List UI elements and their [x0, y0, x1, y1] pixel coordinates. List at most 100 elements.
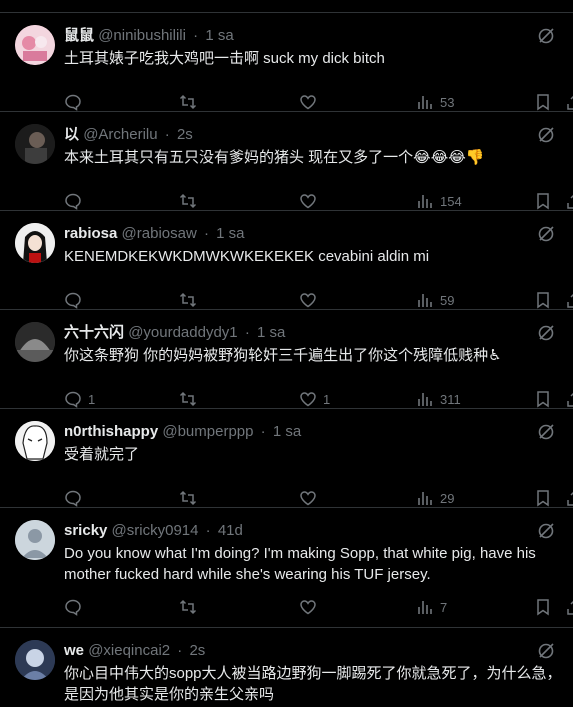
reply-post[interactable]: we @xieqincai2 · 2s 你心目中伟大的sopp大人被当路边野狗一… [0, 627, 573, 707]
repost-button[interactable] [179, 91, 203, 113]
share-icon [567, 95, 573, 110]
grok-icon[interactable] [537, 27, 555, 45]
share-button[interactable] [566, 190, 573, 212]
grok-icon[interactable] [537, 225, 555, 243]
timestamp[interactable]: 2s [177, 126, 193, 143]
grok-icon[interactable] [537, 522, 555, 540]
user-handle[interactable]: @Archerilu [83, 126, 157, 143]
user-handle[interactable]: @yourdaddydy1 [128, 324, 237, 341]
display-name[interactable]: 六十六闪 [64, 324, 124, 341]
share-button[interactable] [566, 487, 573, 509]
avatar[interactable] [15, 640, 55, 680]
user-handle[interactable]: @sricky0914 [112, 522, 199, 539]
reply-post[interactable]: 鼠鼠 @ninibushilili · 1 sa 土耳其婊子吃我大鸡吧一击啊 s… [0, 12, 573, 111]
repost-button[interactable] [179, 487, 203, 509]
bookmark-button[interactable] [534, 596, 552, 618]
user-handle[interactable]: @rabiosaw [122, 225, 197, 242]
grok-icon[interactable] [537, 324, 555, 342]
views-button[interactable]: 53 [416, 91, 454, 113]
like-button[interactable] [299, 190, 323, 212]
share-button[interactable] [566, 289, 573, 311]
avatar[interactable] [15, 421, 55, 461]
display-name[interactable]: 鼠鼠 [64, 27, 94, 44]
share-button[interactable] [566, 596, 573, 618]
avatar[interactable] [15, 520, 55, 560]
bookmark-icon [537, 193, 549, 210]
reply-button[interactable] [64, 596, 88, 618]
reply-button[interactable] [64, 289, 88, 311]
repost-button[interactable] [179, 190, 203, 212]
display-name[interactable]: n0rthishappy [64, 423, 158, 440]
reply-post[interactable]: 以 @Archerilu · 2s 本来土耳其只有五只没有爹妈的猪头 现在又多了… [0, 111, 573, 210]
user-handle[interactable]: @xieqincai2 [88, 642, 170, 659]
reply-icon [65, 599, 81, 616]
grok-icon[interactable] [537, 642, 555, 660]
grok-icon[interactable] [537, 126, 555, 144]
share-button[interactable] [566, 388, 573, 410]
reply-icon [65, 490, 81, 507]
user-handle[interactable]: @bumperppp [162, 423, 253, 440]
like-button[interactable] [299, 487, 323, 509]
views-button[interactable]: 59 [416, 289, 454, 311]
bookmark-button[interactable] [534, 91, 552, 113]
avatar[interactable] [15, 223, 55, 263]
views-button[interactable]: 29 [416, 487, 454, 509]
action-bar: 154 [64, 190, 573, 212]
action-bar: 7 [64, 596, 573, 618]
views-button[interactable]: 7 [416, 596, 447, 618]
reply-post[interactable]: n0rthishappy @bumperppp · 1 sa 受着就完了 29 [0, 408, 573, 507]
views-count: 7 [440, 599, 448, 615]
reply-button[interactable]: 1 [64, 388, 95, 410]
timestamp[interactable]: 41d [218, 522, 243, 539]
views-count: 53 [440, 94, 455, 110]
display-name[interactable]: rabiosa [64, 225, 117, 242]
reply-post[interactable]: 六十六闪 @yourdaddydy1 · 1 sa 你这条野狗 你的妈妈被野狗轮… [0, 309, 573, 408]
repost-icon [179, 94, 197, 110]
like-icon [300, 194, 316, 209]
reply-button[interactable] [64, 487, 88, 509]
bookmark-button[interactable] [534, 289, 552, 311]
reply-post[interactable]: sricky @sricky0914 · 41d Do you know wha… [0, 507, 573, 627]
timestamp[interactable]: 1 sa [205, 27, 233, 44]
avatar[interactable] [15, 25, 55, 65]
bookmark-icon [537, 94, 549, 111]
repost-button[interactable] [179, 596, 203, 618]
post-header: we @xieqincai2 · 2s [64, 641, 205, 661]
timestamp[interactable]: 1 sa [273, 423, 301, 440]
views-icon [418, 294, 432, 307]
display-name[interactable]: we [64, 642, 84, 659]
display-name[interactable]: 以 [64, 126, 79, 143]
like-button[interactable] [299, 596, 323, 618]
reply-button[interactable] [64, 91, 88, 113]
share-button[interactable] [566, 91, 573, 113]
post-header: n0rthishappy @bumperppp · 1 sa [64, 422, 301, 442]
reply-post[interactable]: rabiosa @rabiosaw · 1 sa KENEMDKEKWKDMWK… [0, 210, 573, 309]
like-button[interactable]: 1 [299, 388, 330, 410]
bookmark-icon [537, 292, 549, 309]
like-button[interactable] [299, 289, 323, 311]
share-icon [567, 491, 573, 506]
repost-button[interactable] [179, 289, 203, 311]
views-button[interactable]: 154 [416, 190, 462, 212]
timestamp[interactable]: 1 sa [216, 225, 244, 242]
bookmark-button[interactable] [534, 388, 552, 410]
like-button[interactable] [299, 91, 323, 113]
repost-button[interactable] [179, 388, 203, 410]
views-button[interactable]: 311 [416, 388, 461, 410]
timestamp[interactable]: 2s [189, 642, 205, 659]
avatar[interactable] [15, 322, 55, 362]
views-count: 29 [440, 490, 455, 506]
user-handle[interactable]: @ninibushilili [98, 27, 186, 44]
grok-icon[interactable] [537, 423, 555, 441]
like-icon [300, 600, 316, 615]
bookmark-button[interactable] [534, 487, 552, 509]
post-text: KENEMDKEKWKDMWKWKEKEKEK cevabini aldin m… [64, 248, 430, 265]
separator-dot: · [193, 27, 199, 44]
bookmark-button[interactable] [534, 190, 552, 212]
like-icon [300, 392, 316, 407]
display-name[interactable]: sricky [64, 522, 107, 539]
timestamp[interactable]: 1 sa [257, 324, 285, 341]
reply-button[interactable] [64, 190, 88, 212]
avatar[interactable] [15, 124, 55, 164]
reply-icon [65, 193, 81, 210]
